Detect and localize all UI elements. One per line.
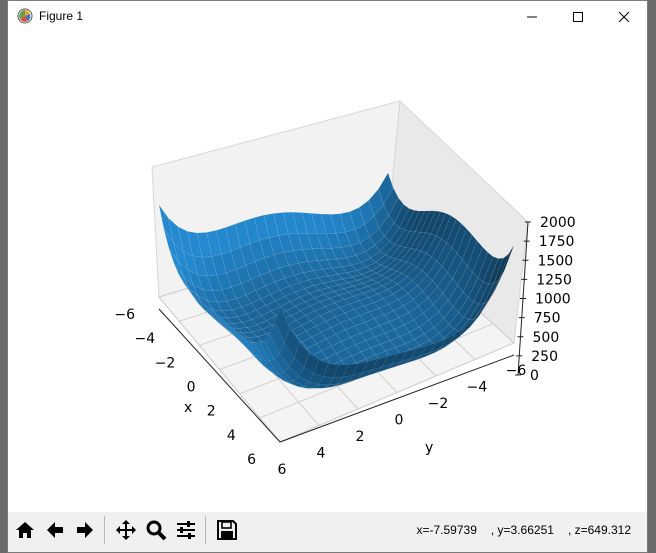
close-button[interactable] bbox=[601, 1, 647, 32]
pan-icon bbox=[116, 520, 136, 540]
close-icon bbox=[619, 11, 629, 22]
toolbar-separator bbox=[104, 516, 105, 544]
back-button[interactable] bbox=[41, 515, 69, 545]
home-button[interactable] bbox=[11, 515, 39, 545]
y-tick-label: 0 bbox=[395, 413, 404, 429]
cursor-coordinates: x=-7.59739 , y=3.66251 , z=649.312 bbox=[416, 523, 631, 537]
matplotlib-icon bbox=[17, 8, 33, 24]
save-button[interactable] bbox=[213, 515, 241, 545]
pan-button[interactable] bbox=[112, 515, 140, 545]
maximize-button[interactable] bbox=[555, 1, 601, 32]
y-tick-label: 2 bbox=[356, 429, 365, 445]
save-icon bbox=[217, 520, 237, 540]
zoom-button[interactable] bbox=[142, 515, 170, 545]
z-tick-label: 1250 bbox=[536, 272, 572, 288]
z-tick-label: 750 bbox=[534, 311, 561, 327]
x-axis-label: x bbox=[184, 400, 192, 416]
forward-icon bbox=[77, 522, 93, 538]
z-tick-label: 0 bbox=[530, 368, 539, 384]
home-icon bbox=[16, 522, 34, 538]
toolbar-separator bbox=[205, 516, 206, 544]
minimize-icon bbox=[527, 16, 537, 17]
z-tick-label: 500 bbox=[533, 330, 560, 346]
z-tick-label: 1000 bbox=[535, 292, 571, 308]
title-bar[interactable]: Figure 1 bbox=[8, 1, 647, 32]
coord-z: , z=649.312 bbox=[567, 523, 631, 537]
x-tick-label: 2 bbox=[207, 404, 216, 420]
configure-subplots-icon bbox=[177, 521, 195, 539]
z-tick-label: 1750 bbox=[539, 234, 575, 250]
navigation-toolbar: x=-7.59739 , y=3.66251 , z=649.312 bbox=[8, 512, 647, 552]
x-tick-label: 0 bbox=[187, 380, 196, 396]
coord-x: x=-7.59739 bbox=[416, 523, 477, 537]
x-tick-label: 4 bbox=[227, 428, 236, 444]
forward-button[interactable] bbox=[71, 515, 99, 545]
figure-window: Figure 1 −6 −4 −2 0 2 4 6 −6 −4 −2 0 2 4 6 0 250 500 750 1… bbox=[7, 0, 648, 553]
y-tick-label: −2 bbox=[428, 396, 449, 412]
zoom-icon bbox=[146, 520, 167, 541]
y-tick-label: −4 bbox=[467, 380, 488, 396]
x-tick-label: 6 bbox=[247, 452, 256, 468]
maximize-icon bbox=[573, 11, 583, 22]
window-title: Figure 1 bbox=[39, 9, 84, 23]
z-tick-label: 250 bbox=[531, 349, 558, 365]
plot-canvas[interactable]: −6 −4 −2 0 2 4 6 −6 −4 −2 0 2 4 6 0 250 500 750 1000 1250 15… bbox=[8, 32, 647, 512]
z-tick-label: 1500 bbox=[538, 253, 574, 269]
y-tick-label: 4 bbox=[317, 446, 326, 462]
z-tick-label: 2000 bbox=[540, 215, 576, 231]
configure-subplots-button[interactable] bbox=[172, 515, 200, 545]
surface-chart: −6−4−20246−6−4−2024602505007501000125015… bbox=[114, 99, 576, 478]
x-tick-label: −2 bbox=[155, 355, 176, 371]
minimize-button[interactable] bbox=[509, 1, 555, 32]
coord-y: , y=3.66251 bbox=[490, 523, 554, 537]
x-tick-label: −4 bbox=[135, 331, 156, 347]
y-tick-label: 6 bbox=[278, 462, 287, 478]
back-icon bbox=[47, 522, 63, 538]
x-tick-label: −6 bbox=[114, 307, 135, 323]
y-tick-label: −6 bbox=[506, 363, 527, 379]
y-axis-label: y bbox=[425, 440, 433, 456]
